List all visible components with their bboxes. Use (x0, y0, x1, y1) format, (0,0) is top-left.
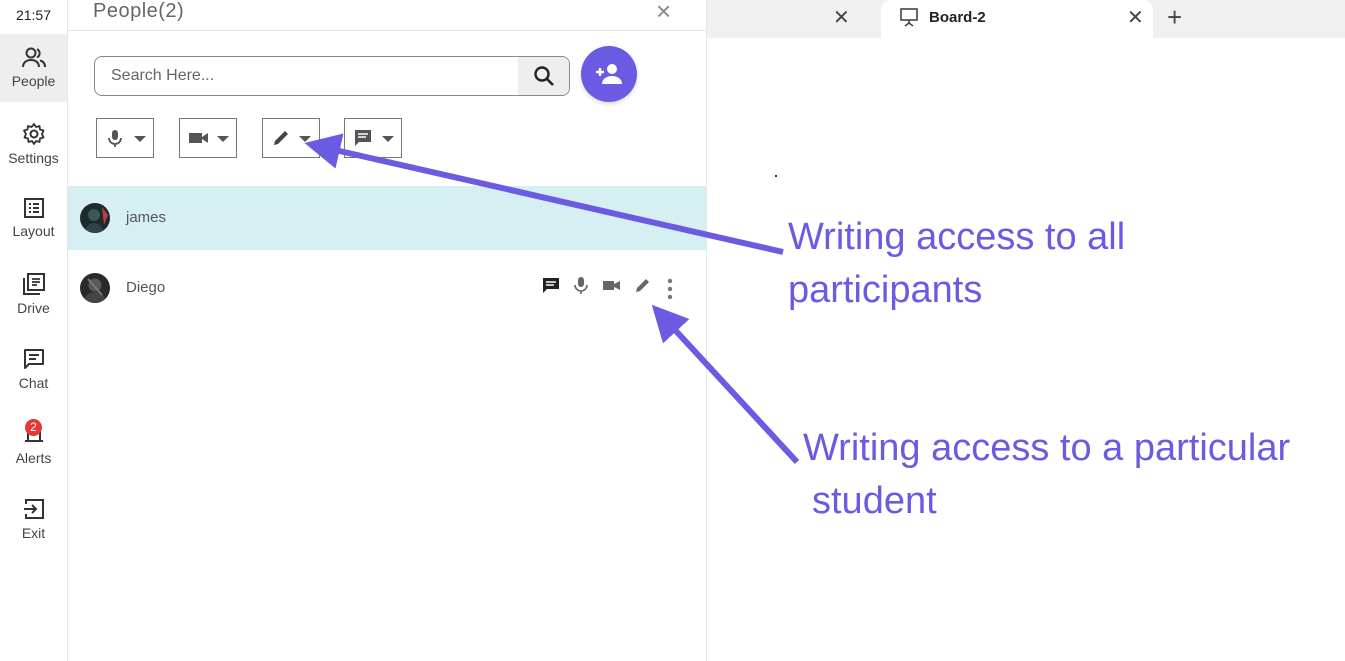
annotation-arrows (304, 133, 800, 465)
annotation-line: Writing access to a particular (803, 427, 1291, 469)
annotation-line: student (812, 480, 937, 522)
annotation-all-participants: Writing access to all participants (788, 211, 1125, 317)
annotation-line: participants (788, 269, 983, 311)
annotation-particular-student: Writing access to a particular student (803, 422, 1290, 528)
annotation-line: Writing access to all (788, 216, 1126, 258)
arrow-to-row-pencil (651, 304, 800, 465)
arrow-to-global-pencil (304, 133, 784, 255)
